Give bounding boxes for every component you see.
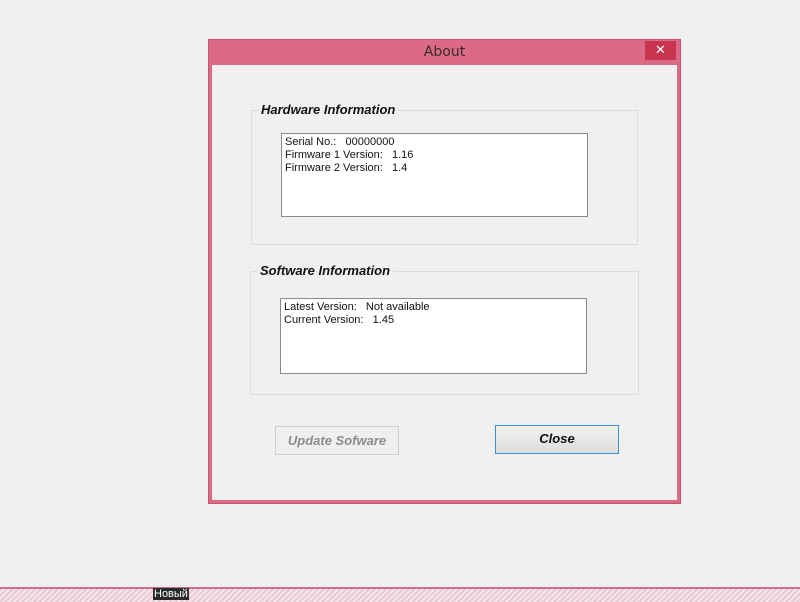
current-version-line: Current Version: 1.45: [284, 314, 395, 326]
latest-version-line: Latest Version: Not available: [284, 301, 430, 313]
update-software-button[interactable]: Update Sofware: [275, 426, 399, 455]
hardware-information-legend: Hardware Information: [258, 102, 399, 117]
hardware-information-group: Hardware Information Serial No.: 0000000…: [251, 102, 638, 245]
serial-number-line: Serial No.: 00000000: [285, 136, 395, 148]
software-info-textbox[interactable]: Latest Version: Not available Current Ve…: [280, 298, 587, 374]
title-bar[interactable]: About ✕: [209, 40, 680, 65]
close-icon[interactable]: ✕: [645, 41, 676, 60]
hardware-info-textbox[interactable]: Serial No.: 00000000 Firmware 1 Version:…: [281, 133, 588, 217]
dialog-client-area: Hardware Information Serial No.: 0000000…: [212, 65, 677, 500]
software-information-legend: Software Information: [257, 263, 394, 278]
software-information-group: Software Information Latest Version: Not…: [250, 263, 639, 395]
dialog-title: About: [423, 44, 466, 60]
about-dialog: About ✕ Hardware Information Serial No.:…: [208, 39, 681, 504]
taskbar-item-label[interactable]: Новый: [153, 588, 189, 600]
firmware-2-version-line: Firmware 2 Version: 1.4: [285, 162, 408, 174]
firmware-1-version-line: Firmware 1 Version: 1.16: [285, 149, 414, 161]
close-button[interactable]: Close: [495, 425, 619, 454]
